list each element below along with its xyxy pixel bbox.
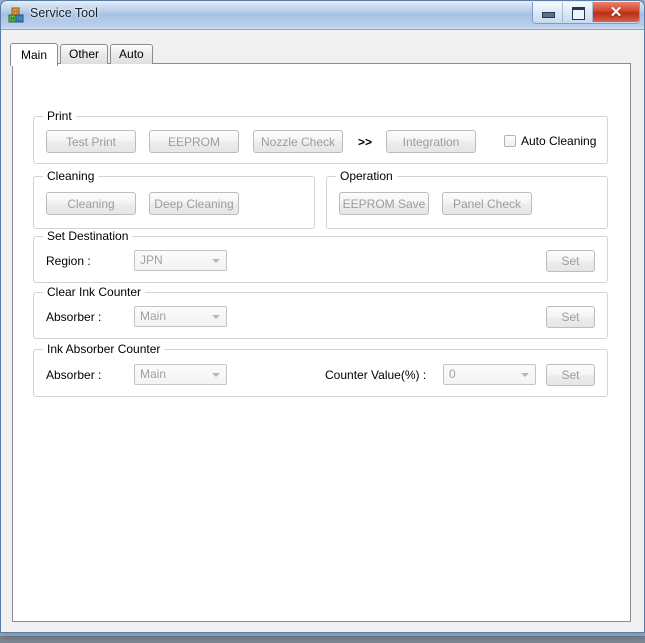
client-area: Main Other Auto Print Test Print EEPROM … bbox=[1, 30, 644, 632]
auto-cleaning-checkbox[interactable]: Auto Cleaning bbox=[504, 134, 596, 148]
group-print-title: Print bbox=[43, 109, 76, 123]
chevron-down-icon bbox=[212, 373, 220, 377]
ink-absorber-label: Absorber : bbox=[46, 368, 102, 382]
group-clear-ink-counter-title: Clear Ink Counter bbox=[43, 285, 146, 299]
counter-value-combo-value: 0 bbox=[449, 367, 456, 381]
test-print-button[interactable]: Test Print bbox=[46, 130, 136, 153]
application-window: H H C Service Tool ✕ Main Other Auto Pri… bbox=[0, 0, 645, 633]
desktop-background: H H C Service Tool ✕ Main Other Auto Pri… bbox=[0, 0, 645, 643]
panel-check-button[interactable]: Panel Check bbox=[442, 192, 532, 215]
window-title: Service Tool bbox=[30, 6, 98, 20]
group-print: Print Test Print EEPROM Nozzle Check >> … bbox=[33, 109, 608, 164]
svg-text:H: H bbox=[10, 17, 14, 23]
tab-auto[interactable]: Auto bbox=[110, 44, 153, 64]
group-operation: Operation EEPROM Save Panel Check bbox=[326, 169, 608, 229]
group-cleaning-title: Cleaning bbox=[43, 169, 99, 183]
maximize-icon bbox=[572, 7, 585, 20]
group-cleaning: Cleaning Cleaning Deep Cleaning bbox=[33, 169, 315, 229]
region-combo-value: JPN bbox=[140, 253, 163, 267]
eeprom-save-button[interactable]: EEPROM Save bbox=[339, 192, 429, 215]
clear-ink-counter-set-button[interactable]: Set bbox=[546, 306, 595, 328]
nozzle-check-button[interactable]: Nozzle Check bbox=[253, 130, 343, 153]
group-set-destination-title: Set Destination bbox=[43, 229, 133, 243]
title-bar[interactable]: H H C Service Tool ✕ bbox=[1, 1, 644, 30]
region-combo[interactable]: JPN bbox=[134, 250, 227, 271]
integration-button[interactable]: Integration bbox=[386, 130, 476, 153]
group-operation-title: Operation bbox=[336, 169, 397, 183]
minimize-button[interactable] bbox=[533, 2, 563, 22]
svg-text:C: C bbox=[17, 17, 22, 23]
set-destination-button[interactable]: Set bbox=[546, 250, 595, 272]
print-separator-arrows: >> bbox=[358, 135, 373, 149]
chevron-down-icon bbox=[212, 315, 220, 319]
window-controls: ✕ bbox=[532, 2, 640, 24]
clear-absorber-label: Absorber : bbox=[46, 310, 102, 324]
tab-other[interactable]: Other bbox=[60, 44, 109, 64]
group-ink-absorber-counter-title: Ink Absorber Counter bbox=[43, 342, 165, 356]
group-ink-absorber-counter: Ink Absorber Counter Absorber : Main Cou… bbox=[33, 342, 608, 397]
auto-cleaning-label: Auto Cleaning bbox=[521, 134, 597, 148]
clear-absorber-combo-value: Main bbox=[140, 309, 167, 323]
maximize-button[interactable] bbox=[563, 2, 593, 22]
tab-page-main: Print Test Print EEPROM Nozzle Check >> … bbox=[12, 63, 631, 622]
tab-control: Main Other Auto Print Test Print EEPROM … bbox=[10, 42, 631, 622]
close-button[interactable]: ✕ bbox=[593, 2, 639, 22]
checkbox-box bbox=[504, 135, 516, 147]
ink-absorber-counter-set-button[interactable]: Set bbox=[546, 364, 595, 386]
close-icon: ✕ bbox=[609, 5, 623, 21]
chevron-down-icon bbox=[521, 373, 529, 377]
eeprom-button[interactable]: EEPROM bbox=[149, 130, 239, 153]
counter-value-label: Counter Value(%) : bbox=[325, 368, 427, 382]
counter-value-combo[interactable]: 0 bbox=[443, 364, 536, 385]
group-clear-ink-counter: Clear Ink Counter Absorber : Main Set bbox=[33, 285, 608, 339]
blocks-icon: H H C bbox=[8, 7, 24, 23]
minimize-icon bbox=[542, 12, 555, 18]
group-set-destination: Set Destination Region : JPN Set bbox=[33, 229, 608, 283]
cleaning-button[interactable]: Cleaning bbox=[46, 192, 136, 215]
ink-absorber-combo-value: Main bbox=[140, 367, 167, 381]
clear-absorber-combo[interactable]: Main bbox=[134, 306, 227, 327]
region-label: Region : bbox=[46, 254, 91, 268]
deep-cleaning-button[interactable]: Deep Cleaning bbox=[149, 192, 239, 215]
tab-main[interactable]: Main bbox=[10, 43, 59, 66]
ink-absorber-combo[interactable]: Main bbox=[134, 364, 227, 385]
tab-strip: Main Other Auto bbox=[10, 42, 155, 66]
chevron-down-icon bbox=[212, 259, 220, 263]
